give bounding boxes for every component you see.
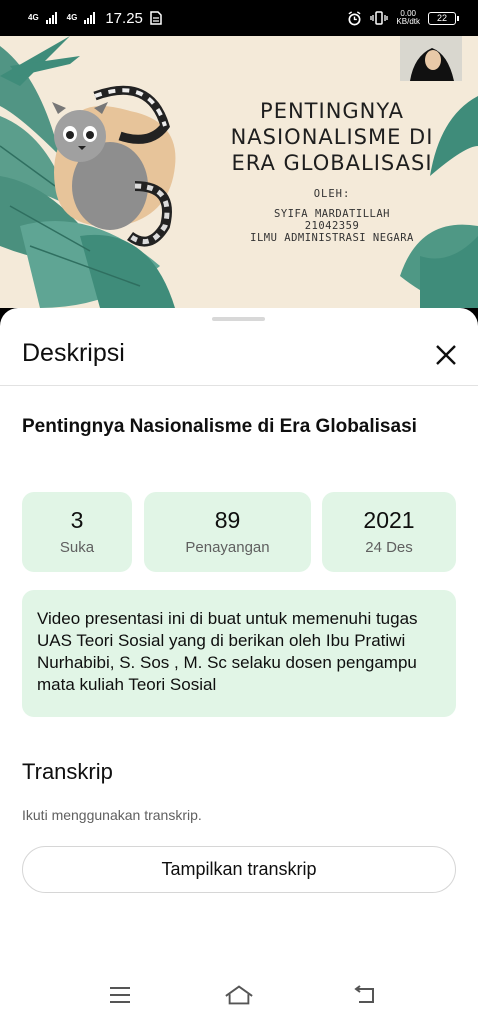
speed-unit: KB/dtk <box>396 17 420 26</box>
close-icon <box>436 345 456 365</box>
description-panel: Deskripsi Pentingnya Nasionalisme di Era… <box>0 308 478 1024</box>
menu-button[interactable] <box>105 982 135 1008</box>
slide-title: PENTINGNYA NASIONALISME DI ERA GLOBALISA… <box>230 99 434 175</box>
slide-author-program: ILMU ADMINISTRASI NEGARA <box>250 232 414 244</box>
upload-date: 24 Des <box>365 539 413 556</box>
slide-author-id: 21042359 <box>304 220 360 232</box>
presenter-avatar <box>400 36 462 81</box>
battery-level: 22 <box>436 13 447 23</box>
panel-title: Deskripsi <box>22 339 125 367</box>
menu-icon <box>110 987 130 1003</box>
date-stat: 2021 24 Des <box>322 492 456 572</box>
home-icon <box>225 985 253 1005</box>
likes-stat: 3 Suka <box>22 492 132 572</box>
network-type-2: 4G <box>66 13 78 22</box>
video-description: Video presentasi ini di buat untuk memen… <box>22 590 456 717</box>
slide-by-label: OLEH: <box>313 188 351 200</box>
drag-handle[interactable] <box>212 317 265 321</box>
views-stat: 89 Penayangan <box>144 492 311 572</box>
likes-label: Suka <box>59 539 95 556</box>
close-button[interactable] <box>430 339 462 371</box>
video-player[interactable]: PENTINGNYA NASIONALISME DI ERA GLOBALISA… <box>0 36 478 308</box>
show-transcript-button[interactable]: Tampilkan transkrip <box>22 846 456 893</box>
sim-icon <box>150 11 162 25</box>
likes-count: 3 <box>70 507 84 533</box>
transcript-subtitle: Ikuti menggunakan transkrip. <box>22 807 202 823</box>
slide-author: SYIFA MARDATILLAH 21042359 ILMU ADMINIST… <box>212 208 452 244</box>
clock: 17.25 <box>105 9 143 27</box>
network-type-1: 4G <box>28 13 39 22</box>
back-button[interactable] <box>350 982 380 1008</box>
signal-icon <box>84 12 96 24</box>
vibrate-icon <box>370 11 389 25</box>
views-count: 89 <box>214 507 241 533</box>
battery-icon: 22 <box>428 11 459 25</box>
network-speed: 0.00 KB/dtk <box>396 10 420 26</box>
status-bar: 4G 4G 17.25 0.00 KB/dtk 22 <box>0 0 478 36</box>
system-nav-bar <box>0 966 478 1024</box>
transcript-heading: Transkrip <box>22 759 113 784</box>
upload-year: 2021 <box>363 507 415 533</box>
panel-header: Deskripsi <box>0 328 478 386</box>
home-button[interactable] <box>224 982 254 1008</box>
video-title: Pentingnya Nasionalisme di Era Globalisa… <box>22 416 417 437</box>
alarm-icon <box>348 10 361 25</box>
signal-icon <box>45 12 57 24</box>
back-icon <box>354 985 374 1003</box>
presenter-webcam <box>400 36 462 81</box>
slide-author-name: SYIFA MARDATILLAH <box>274 208 390 220</box>
views-label: Penayangan <box>185 539 270 556</box>
